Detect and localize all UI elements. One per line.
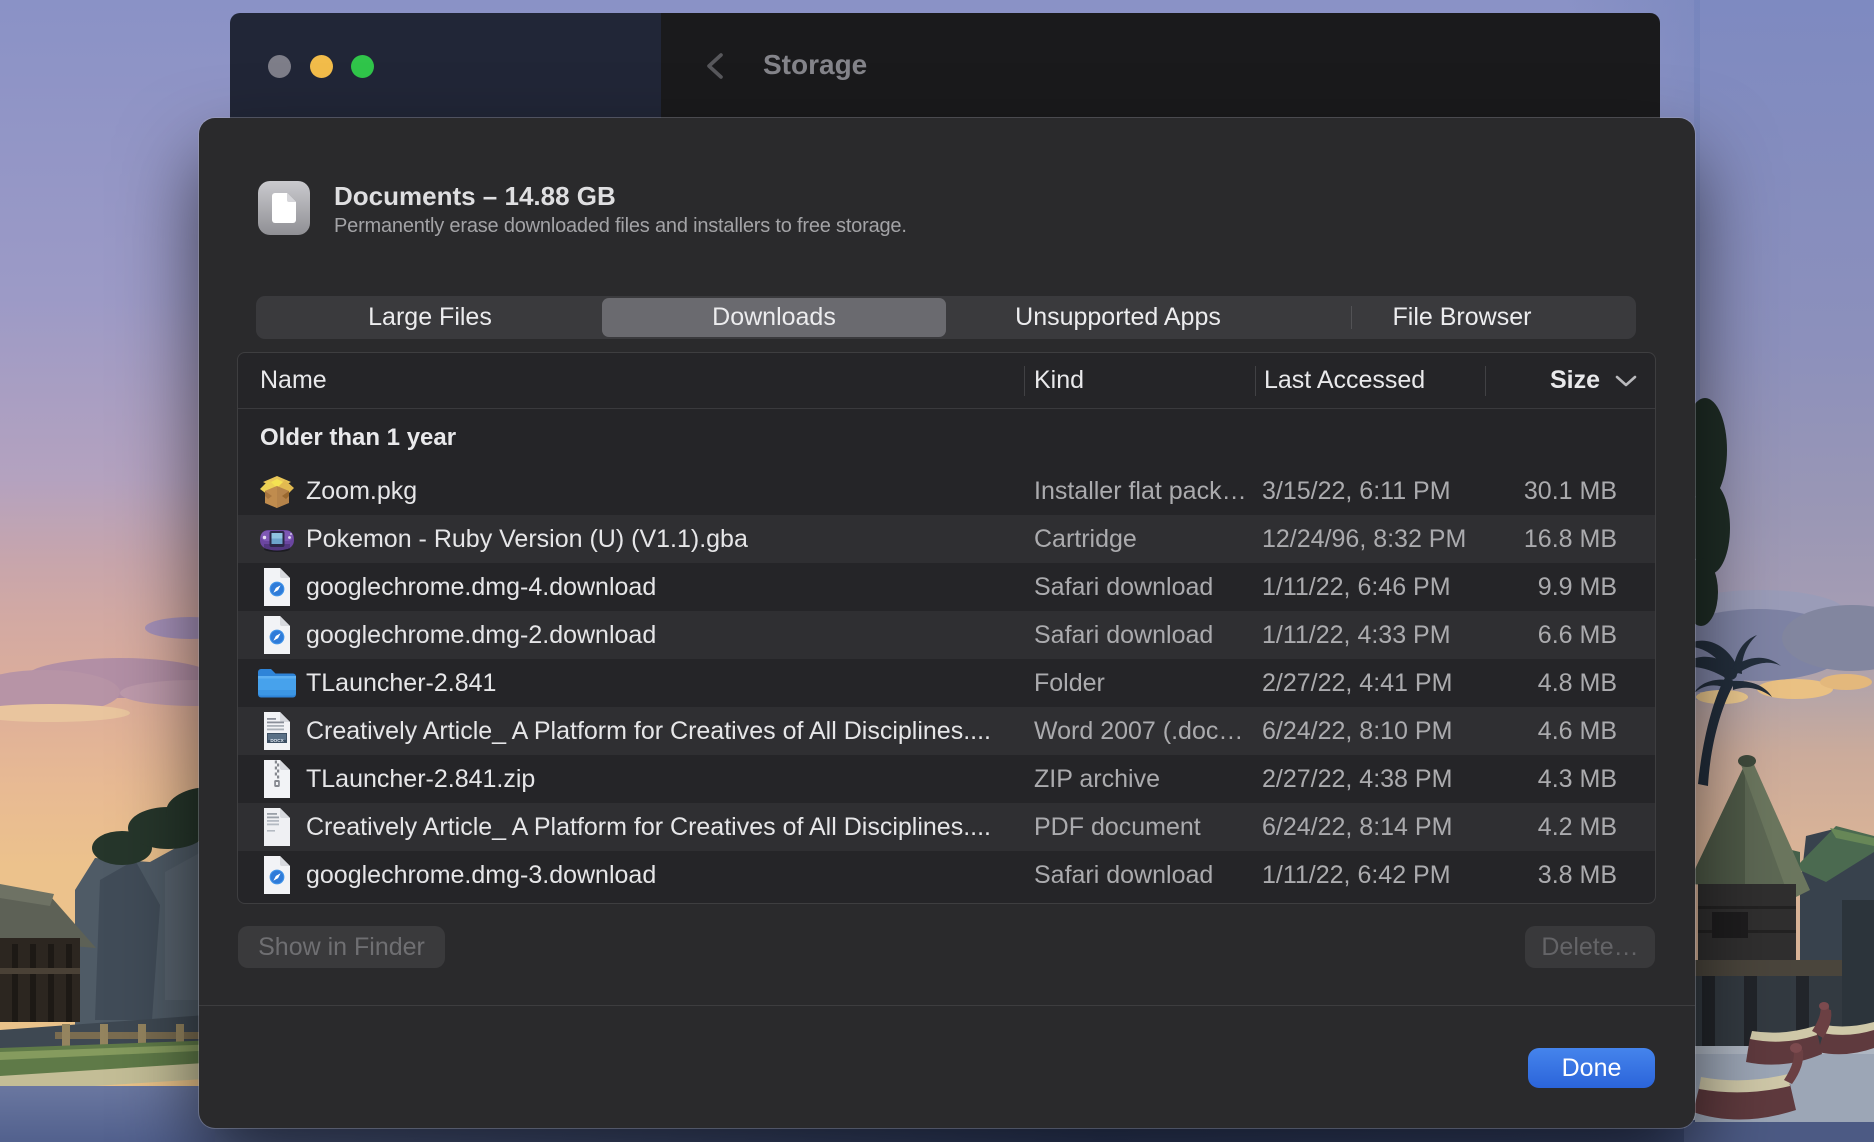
svg-text:DOCX: DOCX [270,738,284,743]
